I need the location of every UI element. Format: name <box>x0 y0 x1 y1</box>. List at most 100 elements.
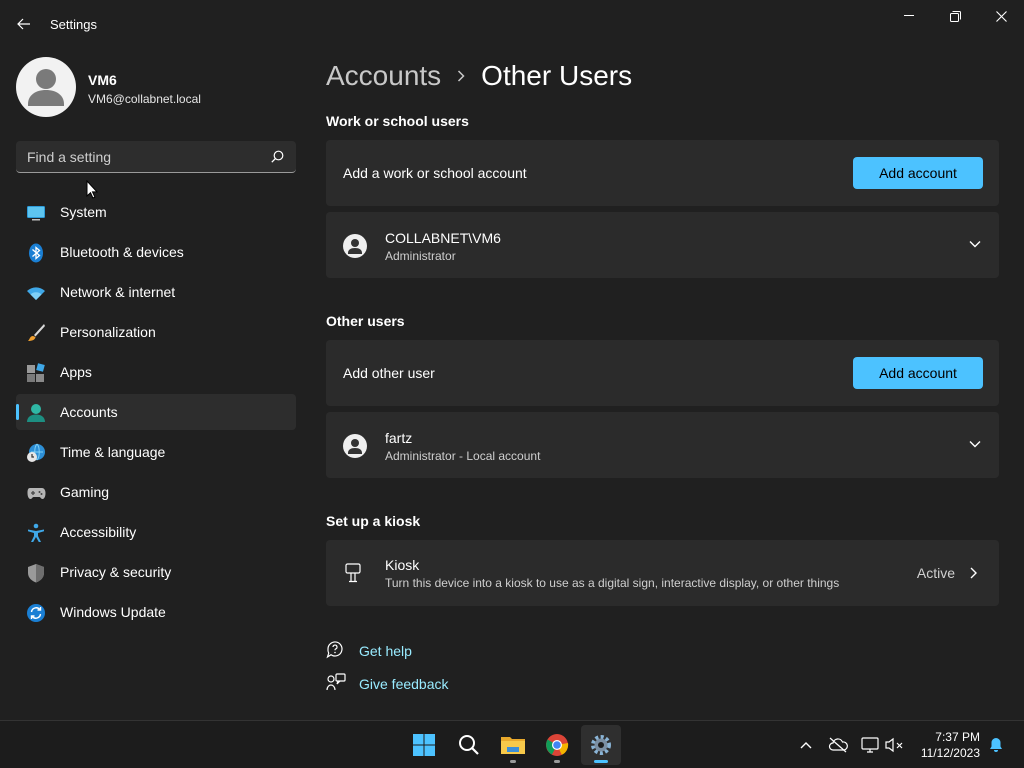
clock-time: 7:37 PM <box>935 730 980 744</box>
shield-icon <box>28 564 44 583</box>
clock-date: 11/12/2023 <box>920 746 980 760</box>
accessibility-icon <box>28 523 44 542</box>
add-work-account-card: Add a work or school account Add account <box>326 140 999 206</box>
help-icon <box>326 641 343 659</box>
search-input[interactable] <box>16 141 256 172</box>
person-icon <box>348 439 362 454</box>
brush-icon <box>28 324 45 341</box>
sidebar-item-label: Network & internet <box>60 284 176 300</box>
avatar <box>16 57 76 117</box>
network-tray-icon[interactable] <box>860 735 880 755</box>
sidebar-item-windows-update[interactable]: Windows Update <box>16 594 296 630</box>
gamepad-icon <box>27 488 46 499</box>
sidebar-item-label: Accessibility <box>60 524 137 540</box>
start-button[interactable] <box>404 725 444 765</box>
user-name: COLLABNET\VM6 <box>385 230 501 246</box>
sidebar-item-label: Gaming <box>60 484 110 500</box>
page-title: Other Users <box>481 60 633 91</box>
taskbar-clock[interactable]: 7:37 PM 11/12/2023 <box>921 729 980 761</box>
update-icon <box>27 604 45 622</box>
notifications-button[interactable] <box>986 735 1006 755</box>
user-card-fartz[interactable]: fartz Administrator - Local account <box>326 412 999 478</box>
clock-globe-icon <box>27 443 45 462</box>
kiosk-description: Turn this device into a kiosk to use as … <box>385 576 840 590</box>
sidebar-item-label: Windows Update <box>60 604 166 620</box>
cloud-off-icon <box>828 737 848 753</box>
breadcrumb-parent[interactable]: Accounts <box>326 60 441 92</box>
apps-icon <box>27 363 45 382</box>
onedrive-tray-icon[interactable] <box>828 735 848 755</box>
add-other-user-button[interactable]: Add account <box>853 357 983 389</box>
breadcrumb: Accounts Other Users <box>326 58 632 94</box>
account-icon <box>27 404 45 422</box>
person-icon <box>28 69 64 106</box>
folder-icon <box>501 737 525 754</box>
sidebar-item-network[interactable]: Network & internet <box>16 274 296 310</box>
search-icon <box>459 735 479 755</box>
running-indicator <box>510 760 516 763</box>
kiosk-card[interactable]: Kiosk Turn this device into a kiosk to u… <box>326 540 999 606</box>
taskbar-search-button[interactable] <box>449 725 489 765</box>
kiosk-icon <box>345 563 361 583</box>
add-other-user-card: Add other user Add account <box>326 340 999 406</box>
add-work-account-button[interactable]: Add account <box>853 157 983 189</box>
bell-icon <box>990 738 1002 752</box>
sidebar-item-label: Time & language <box>60 444 166 460</box>
app-title: Settings <box>50 17 97 32</box>
sidebar-item-gaming[interactable]: Gaming <box>16 474 296 510</box>
chevron-up-icon <box>800 742 812 749</box>
chrome-icon <box>546 734 569 756</box>
add-work-account-label: Add a work or school account <box>343 165 527 181</box>
show-hidden-icons-button[interactable] <box>796 735 816 755</box>
wifi-icon <box>27 287 45 300</box>
user-avatar <box>343 234 367 258</box>
minimize-icon <box>904 15 914 16</box>
sidebar-item-personalization[interactable]: Personalization <box>16 314 296 350</box>
get-help-text[interactable]: Get help <box>359 643 412 659</box>
kiosk-title: Kiosk <box>385 557 420 573</box>
sidebar-item-time-language[interactable]: Time & language <box>16 434 296 470</box>
sidebar-item-accessibility[interactable]: Accessibility <box>16 514 296 550</box>
sidebar-item-bluetooth[interactable]: Bluetooth & devices <box>16 234 296 270</box>
taskbar-chrome[interactable] <box>537 725 577 765</box>
minimize-button[interactable] <box>886 0 932 32</box>
sidebar-item-system[interactable]: System <box>16 194 296 230</box>
running-indicator <box>554 760 560 763</box>
user-role: Administrator <box>385 249 456 263</box>
search-icon[interactable] <box>271 150 284 163</box>
sidebar-item-privacy-security[interactable]: Privacy & security <box>16 554 296 590</box>
sidebar-item-label: Personalization <box>60 324 156 340</box>
section-title-work-school: Work or school users <box>326 113 469 129</box>
maximize-button[interactable] <box>932 0 978 32</box>
taskbar-file-explorer[interactable] <box>493 725 533 765</box>
sidebar-item-label: Apps <box>60 364 92 380</box>
kiosk-status: Active <box>916 565 955 581</box>
sidebar-item-label: Privacy & security <box>60 564 172 580</box>
sidebar-item-apps[interactable]: Apps <box>16 354 296 390</box>
sidebar-nav: System Bluetooth & devices Network & int… <box>16 194 296 634</box>
user-profile[interactable]: VM6 VM6@collabnet.local <box>16 57 296 117</box>
chevron-down-icon[interactable] <box>969 240 981 248</box>
back-button[interactable] <box>10 12 38 36</box>
chevron-down-icon[interactable] <box>969 440 981 448</box>
chevron-right-icon <box>970 567 977 579</box>
sidebar-item-label: System <box>60 204 107 220</box>
active-indicator <box>594 760 608 763</box>
sidebar-item-accounts[interactable]: Accounts <box>16 394 296 430</box>
search-box[interactable] <box>16 141 296 173</box>
user-card-collabnet-vm6[interactable]: COLLABNET\VM6 Administrator <box>326 212 999 278</box>
chevron-right-icon <box>457 70 465 82</box>
profile-name: VM6 <box>88 72 117 88</box>
taskbar-settings[interactable] <box>581 725 621 765</box>
feedback-icon <box>326 673 346 691</box>
user-name: fartz <box>385 430 413 446</box>
give-feedback-text[interactable]: Give feedback <box>359 676 449 692</box>
bluetooth-icon <box>29 243 43 263</box>
system-icon <box>27 206 45 221</box>
section-title-kiosk: Set up a kiosk <box>326 513 421 529</box>
volume-tray-icon[interactable] <box>885 735 905 755</box>
back-arrow-icon <box>17 18 30 30</box>
gear-icon <box>591 735 611 755</box>
close-button[interactable] <box>978 0 1024 32</box>
network-icon <box>861 737 879 753</box>
